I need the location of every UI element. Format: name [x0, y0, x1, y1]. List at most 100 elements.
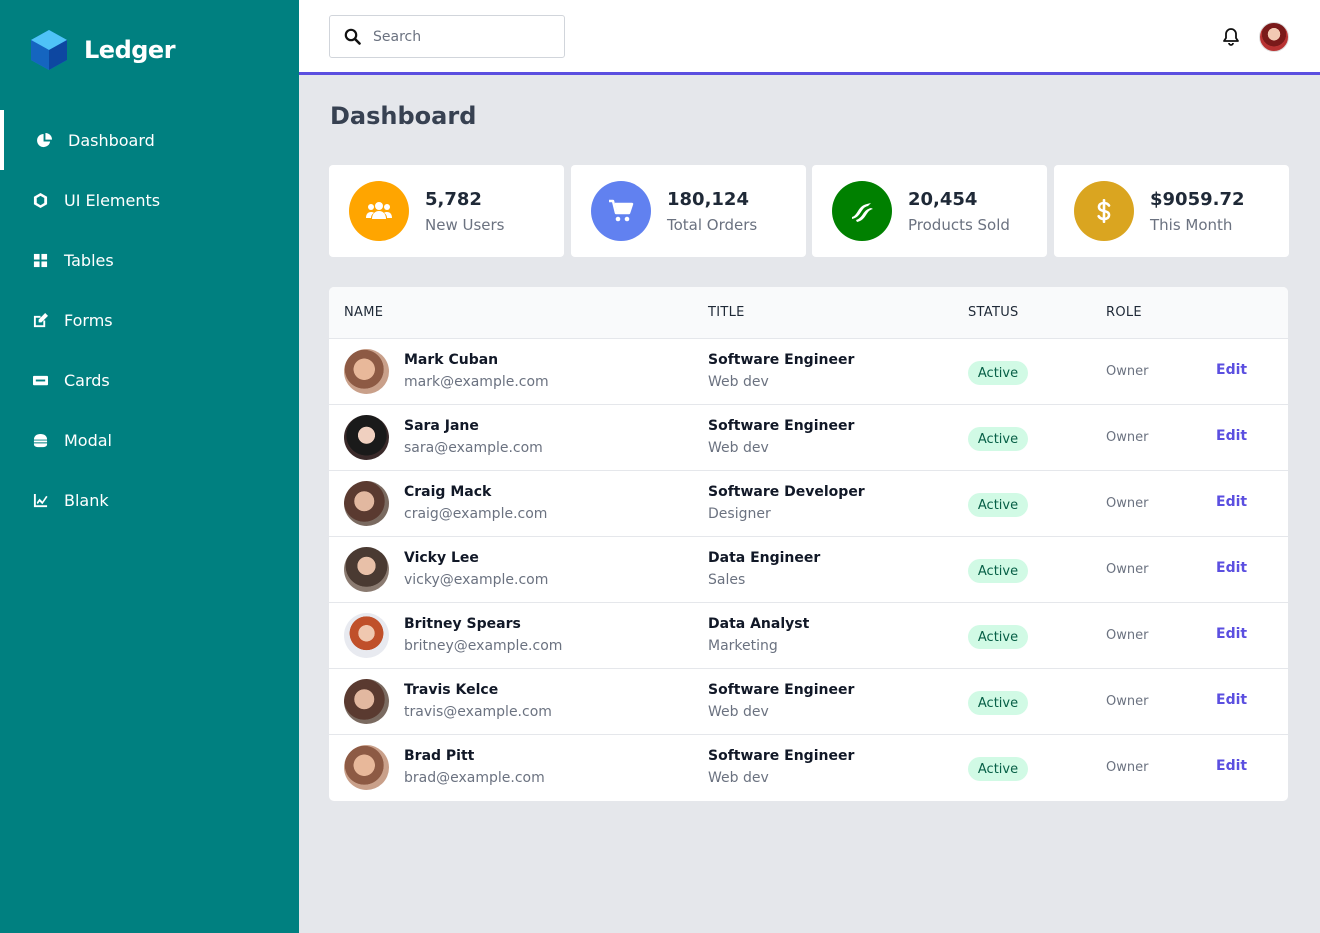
sidebar-item-tables[interactable]: Tables [0, 230, 299, 290]
column-header-status: STATUS [968, 305, 1019, 320]
role-text: Owner [1106, 694, 1149, 709]
stat-card-total-orders: 180,124 Total Orders [571, 165, 806, 257]
top-header [299, 0, 1320, 75]
job-department: Designer [708, 506, 771, 522]
logo[interactable]: Ledger [30, 28, 176, 72]
job-title: Software Engineer [708, 418, 855, 434]
job-department: Web dev [708, 704, 769, 720]
page-title: Dashboard [330, 102, 477, 130]
table-row: Travis Kelce travis@example.com Software… [329, 669, 1288, 735]
user-name: Vicky Lee [404, 550, 479, 566]
stat-text: 5,782 New Users [425, 189, 505, 234]
table-row: Brad Pitt brad@example.com Software Engi… [329, 735, 1288, 801]
avatar [344, 349, 389, 394]
job-title: Software Engineer [708, 352, 855, 368]
job-title: Data Engineer [708, 550, 821, 566]
stat-value: 180,124 [667, 188, 749, 210]
cube-icon [32, 192, 48, 208]
avatar [344, 745, 389, 790]
sidebar-item-label: Cards [64, 370, 110, 390]
table-header: NAME TITLE STATUS ROLE [329, 287, 1288, 339]
role-text: Owner [1106, 628, 1149, 643]
job-department: Web dev [708, 770, 769, 786]
table-row: Craig Mack craig@example.com Software De… [329, 471, 1288, 537]
users-icon [349, 181, 409, 241]
sidebar-item-blank[interactable]: Blank [0, 470, 299, 530]
user-name: Britney Spears [404, 616, 521, 632]
column-header-role: ROLE [1106, 305, 1142, 320]
sidebar-nav: Dashboard UI Elements Tables Forms Cards [0, 110, 299, 530]
job-department: Web dev [708, 374, 769, 390]
sidebar-item-label: Dashboard [68, 130, 155, 150]
bacon-icon [832, 181, 892, 241]
role-text: Owner [1106, 364, 1149, 379]
sidebar-item-forms[interactable]: Forms [0, 290, 299, 350]
status-badge: Active [968, 427, 1028, 451]
hamburger-icon [32, 432, 48, 448]
status-badge: Active [968, 361, 1028, 385]
edit-link[interactable]: Edit [1216, 560, 1247, 576]
stat-label: This Month [1150, 215, 1233, 234]
pie-chart-icon [36, 132, 52, 148]
job-department: Web dev [708, 440, 769, 456]
job-title: Software Engineer [708, 748, 855, 764]
role-text: Owner [1106, 760, 1149, 775]
table-row: Mark Cuban mark@example.com Software Eng… [329, 339, 1288, 405]
user-name: Craig Mack [404, 484, 492, 500]
sidebar-item-dashboard[interactable]: Dashboard [0, 110, 299, 170]
cart-icon [591, 181, 651, 241]
avatar [344, 547, 389, 592]
bell-icon[interactable] [1221, 27, 1241, 47]
edit-link[interactable]: Edit [1216, 362, 1247, 378]
column-header-name: NAME [344, 305, 384, 320]
stat-text: 20,454 Products Sold [908, 189, 1010, 234]
credit-card-icon [32, 372, 48, 388]
column-header-title: TITLE [708, 305, 745, 320]
avatar [344, 613, 389, 658]
grid-icon [32, 252, 48, 268]
users-table: NAME TITLE STATUS ROLE Mark Cuban mark@e… [329, 287, 1288, 801]
stat-card-this-month: $9059.72 This Month [1054, 165, 1289, 257]
chart-line-icon [32, 492, 48, 508]
stat-value: 20,454 [908, 188, 978, 210]
status-badge: Active [968, 757, 1028, 781]
status-badge: Active [968, 493, 1028, 517]
edit-link[interactable]: Edit [1216, 758, 1247, 774]
role-text: Owner [1106, 430, 1149, 445]
user-name: Sara Jane [404, 418, 479, 434]
logo-text: Ledger [84, 36, 176, 64]
stat-label: Total Orders [667, 215, 758, 234]
edit-link[interactable]: Edit [1216, 626, 1247, 642]
sidebar-item-modal[interactable]: Modal [0, 410, 299, 470]
user-avatar[interactable] [1259, 22, 1289, 52]
user-email: travis@example.com [404, 704, 552, 720]
avatar [344, 679, 389, 724]
search-input[interactable] [373, 28, 543, 45]
user-email: mark@example.com [404, 374, 549, 390]
stats-row: 5,782 New Users 180,124 Total Orders 20,… [329, 165, 1289, 257]
stat-value: 5,782 [425, 188, 482, 210]
sidebar-item-cards[interactable]: Cards [0, 350, 299, 410]
user-email: vicky@example.com [404, 572, 549, 588]
sidebar-item-label: UI Elements [64, 190, 161, 210]
user-name: Brad Pitt [404, 748, 475, 764]
edit-link[interactable]: Edit [1216, 428, 1247, 444]
job-department: Marketing [708, 638, 778, 654]
search-box[interactable] [329, 15, 565, 58]
user-email: sara@example.com [404, 440, 543, 456]
stat-value: $9059.72 [1150, 188, 1245, 210]
avatar [344, 415, 389, 460]
edit-link[interactable]: Edit [1216, 692, 1247, 708]
edit-icon [32, 312, 48, 328]
dollar-icon [1074, 181, 1134, 241]
sidebar-item-label: Forms [64, 310, 113, 330]
role-text: Owner [1106, 562, 1149, 577]
edit-link[interactable]: Edit [1216, 494, 1247, 510]
table-row: Vicky Lee vicky@example.com Data Enginee… [329, 537, 1288, 603]
sidebar-item-ui-elements[interactable]: UI Elements [0, 170, 299, 230]
search-icon [344, 28, 361, 45]
status-badge: Active [968, 559, 1028, 583]
job-title: Software Engineer [708, 682, 855, 698]
sidebar: Ledger Dashboard UI Elements Tables Form… [0, 0, 299, 933]
user-name: Travis Kelce [404, 682, 499, 698]
